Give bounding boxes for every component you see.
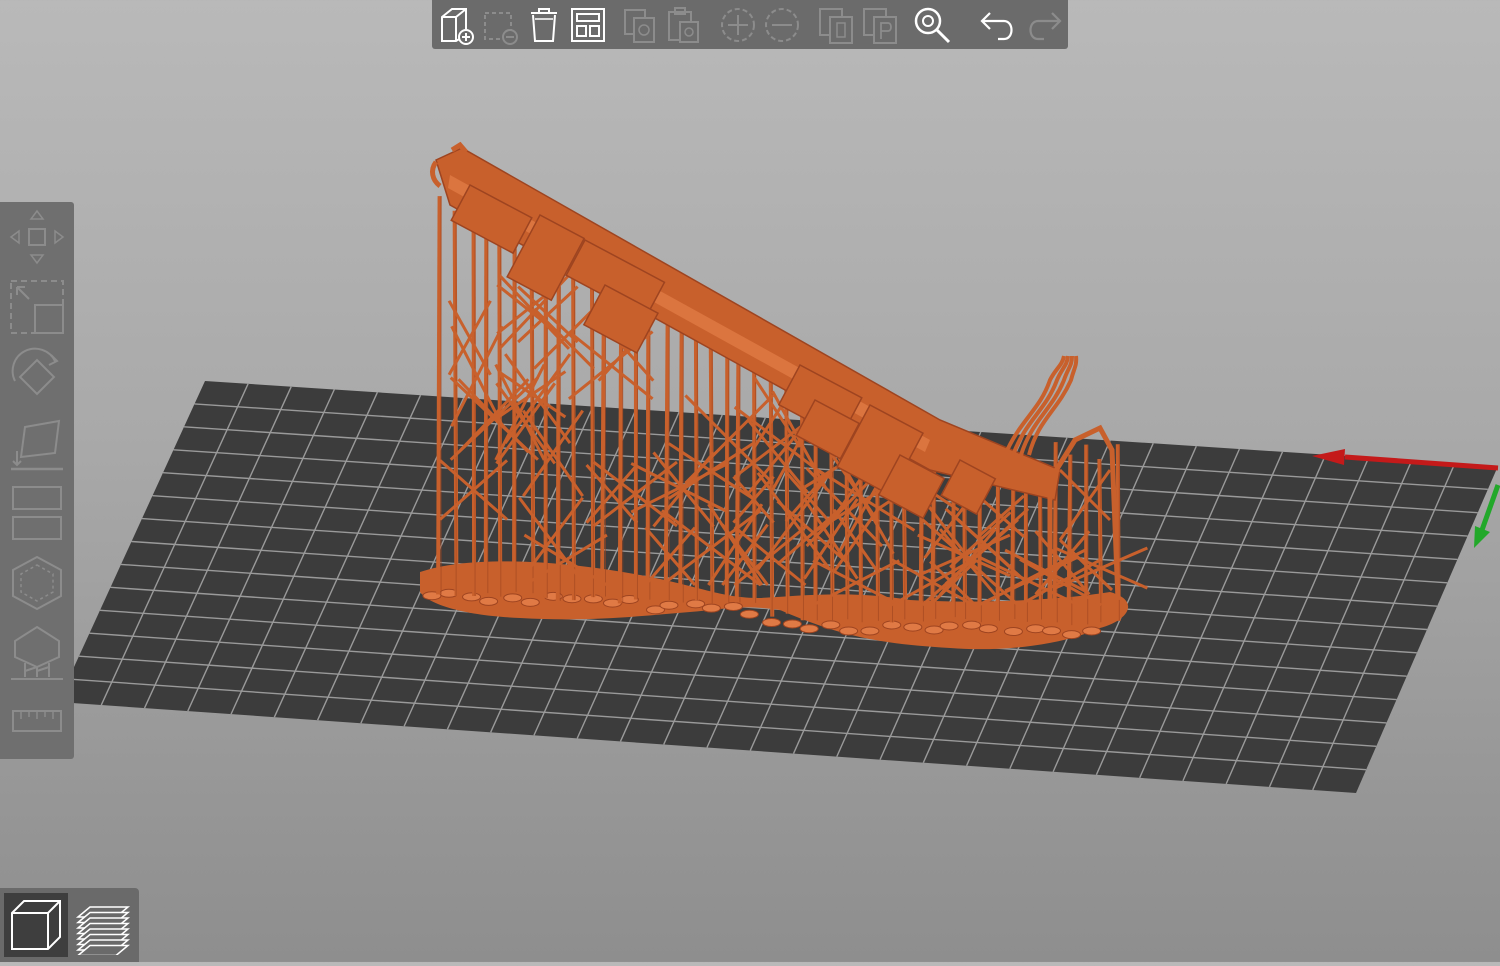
support-foot (1043, 627, 1061, 635)
hollow-icon (7, 553, 67, 613)
support-foot (480, 597, 498, 605)
move-icon (7, 207, 67, 267)
support-foot (1027, 625, 1045, 633)
split-objects-button[interactable] (814, 3, 858, 47)
support-foot (1004, 628, 1022, 636)
support-foot (463, 593, 481, 601)
support-foot (940, 622, 958, 630)
delete-all-button[interactable] (522, 3, 566, 47)
sla-supports-icon (7, 623, 67, 683)
support-foot (1063, 631, 1081, 639)
3d-view-icon (6, 895, 66, 955)
measure-icon (7, 691, 67, 751)
place-on-face-icon (7, 415, 67, 475)
support-pillar (680, 310, 682, 602)
scene-canvas[interactable] (0, 0, 1500, 962)
support-pillar (486, 216, 487, 594)
delete-all-icon (524, 5, 564, 45)
cut-tool-button[interactable] (4, 482, 70, 544)
arrange-icon (568, 5, 608, 45)
support-pillar (438, 196, 439, 594)
copy-button[interactable] (618, 3, 662, 47)
search-icon (912, 5, 952, 45)
support-pillar (474, 221, 475, 596)
support-foot (724, 602, 742, 610)
support-foot (840, 627, 858, 635)
arrange-button[interactable] (566, 3, 610, 47)
hollow-tool-button[interactable] (4, 552, 70, 614)
support-foot (783, 620, 801, 628)
sla-supports-tool-button[interactable] (4, 622, 70, 684)
scale-icon (7, 277, 67, 337)
copy-icon (620, 5, 660, 45)
measure-tool-button[interactable] (4, 690, 70, 752)
view-switcher (0, 888, 139, 962)
3d-view-button[interactable] (4, 893, 68, 957)
support-foot (763, 619, 781, 627)
add-instance-button[interactable] (716, 3, 760, 47)
remove-instance-icon (762, 5, 802, 45)
undo-button[interactable] (976, 3, 1020, 47)
delete-object-button[interactable] (478, 3, 522, 47)
redo-icon (1024, 5, 1064, 45)
support-pillar (666, 304, 668, 600)
support-foot (800, 625, 818, 633)
support-foot (822, 621, 840, 629)
delete-object-icon (480, 5, 520, 45)
rotate-tool-button[interactable] (4, 346, 70, 408)
preview-layers-button[interactable] (70, 893, 134, 957)
support-foot (979, 625, 997, 633)
paste-icon (664, 5, 704, 45)
add-object-icon (436, 5, 476, 45)
support-foot (687, 600, 705, 608)
split-objects-icon (816, 5, 856, 45)
support-foot (904, 623, 922, 631)
split-parts-button[interactable] (858, 3, 902, 47)
support-pillar (514, 242, 515, 592)
place-on-face-tool-button[interactable] (4, 414, 70, 476)
support-pillar (573, 259, 574, 600)
support-pillar (648, 298, 649, 600)
paste-button[interactable] (662, 3, 706, 47)
left-gizmo-toolbar (0, 202, 74, 759)
support-pillar (1012, 476, 1013, 619)
top-toolbar (432, 0, 1068, 49)
search-button[interactable] (910, 3, 954, 47)
add-instance-icon (718, 5, 758, 45)
add-object-button[interactable] (434, 3, 478, 47)
preview-layers-icon (72, 895, 132, 955)
support-foot (861, 627, 879, 635)
support-foot (963, 621, 981, 629)
rotate-icon (7, 347, 67, 407)
support-foot (702, 604, 720, 612)
move-tool-button[interactable] (4, 206, 70, 268)
support-foot (660, 601, 678, 609)
scale-tool-button[interactable] (4, 276, 70, 338)
support-foot (504, 594, 522, 602)
y-axis-arrow (1474, 526, 1490, 548)
split-parts-icon (860, 5, 900, 45)
3d-scene-viewport[interactable] (0, 0, 1500, 962)
support-pillar (727, 340, 728, 604)
remove-instance-button[interactable] (760, 3, 804, 47)
redo-button[interactable] (1022, 3, 1066, 47)
support-foot (521, 598, 539, 606)
support-pillar (1040, 481, 1041, 619)
support-foot (1083, 627, 1101, 635)
cut-icon (7, 483, 67, 543)
support-foot (740, 610, 758, 618)
undo-icon (978, 5, 1018, 45)
